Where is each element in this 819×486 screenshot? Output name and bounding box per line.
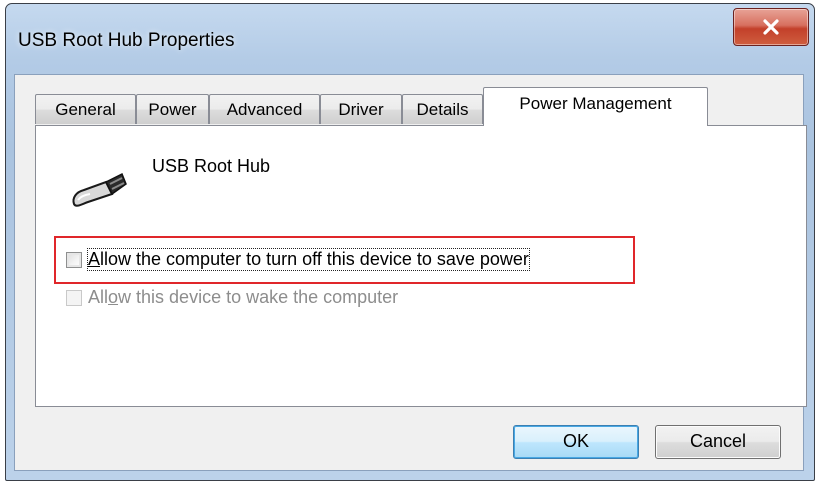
dialog-body: General Power Advanced Driver Details Po… [14,74,807,471]
usb-plug-icon [66,164,130,217]
power-management-panel: USB Root Hub Allow the computer to turn … [35,125,807,407]
ok-button[interactable]: OK [513,425,639,459]
close-icon [763,19,779,35]
allow-wake-checkbox [66,289,82,306]
tab-power-management[interactable]: Power Management [483,87,708,126]
tab-power[interactable]: Power [136,94,209,124]
title-bar[interactable]: USB Root Hub Properties [6,4,814,74]
tab-driver[interactable]: Driver [320,94,402,124]
cancel-button[interactable]: Cancel [655,425,781,459]
allow-wake-label: Allow this device to wake the computer [88,287,399,307]
allow-wake-option: Allow this device to wake the computer [66,287,398,308]
allow-turn-off-option[interactable]: Allow the computer to turn off this devi… [66,248,530,271]
close-button[interactable] [733,8,809,46]
device-name: USB Root Hub [152,156,271,176]
properties-dialog: USB Root Hub Properties General Power Ad… [5,3,815,481]
tab-advanced[interactable]: Advanced [209,94,320,124]
window-title: USB Root Hub Properties [18,30,235,51]
tab-details[interactable]: Details [402,94,483,124]
allow-turn-off-checkbox[interactable] [66,251,82,268]
tab-general[interactable]: General [35,94,136,124]
allow-turn-off-label[interactable]: Allow the computer to turn off this devi… [87,248,530,271]
